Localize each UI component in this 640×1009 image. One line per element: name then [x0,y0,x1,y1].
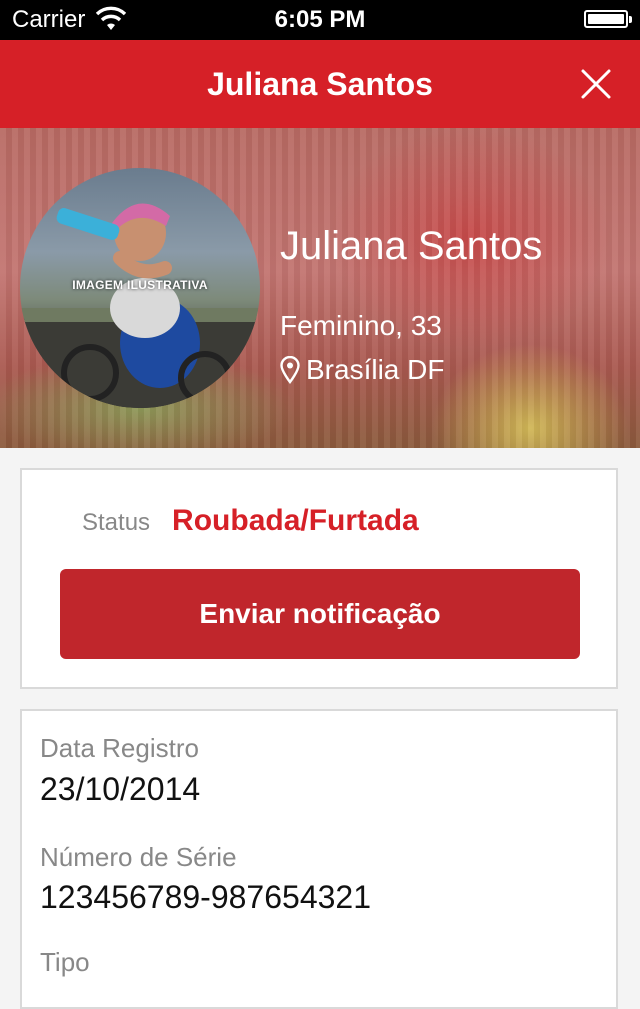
navigation-bar: Juliana Santos [0,40,640,128]
status-label: Status [82,509,151,536]
details-card: Data Registro 23/10/2014 Número de Série… [20,709,618,1009]
registration-date-value: 23/10/2014 [40,771,201,807]
send-notification-button[interactable]: Enviar notificação [60,569,580,659]
profile-location: Brasília DF [280,354,444,386]
avatar-caption: IMAGEM ILUSTRATIVA [72,278,208,292]
profile-name: Juliana Santos [280,224,543,268]
avatar: IMAGEM ILUSTRATIVA [20,168,260,408]
registration-date-label: Data Registro [40,733,199,763]
status-bar: Carrier 6:05 PM [0,0,640,40]
battery-icon [584,10,632,28]
status-value: Roubada/Furtada [172,504,419,537]
serial-number-label: Número de Série [40,842,237,872]
type-label: Tipo [40,947,90,977]
serial-number-value: 123456789-987654321 [40,879,371,915]
profile-header: IMAGEM ILUSTRATIVA Juliana Santos Femini… [0,128,640,448]
clock: 6:05 PM [274,6,366,33]
close-icon[interactable] [580,68,612,100]
location-pin-icon [280,355,300,384]
status-card: Status Roubada/Furtada Enviar notificaçã… [20,468,618,689]
location-label: Brasília DF [306,354,445,385]
status-row: Status Roubada/Furtada [82,504,419,538]
nav-title: Juliana Santos [207,66,433,102]
profile-gender-age: Feminino, 33 [280,310,442,341]
